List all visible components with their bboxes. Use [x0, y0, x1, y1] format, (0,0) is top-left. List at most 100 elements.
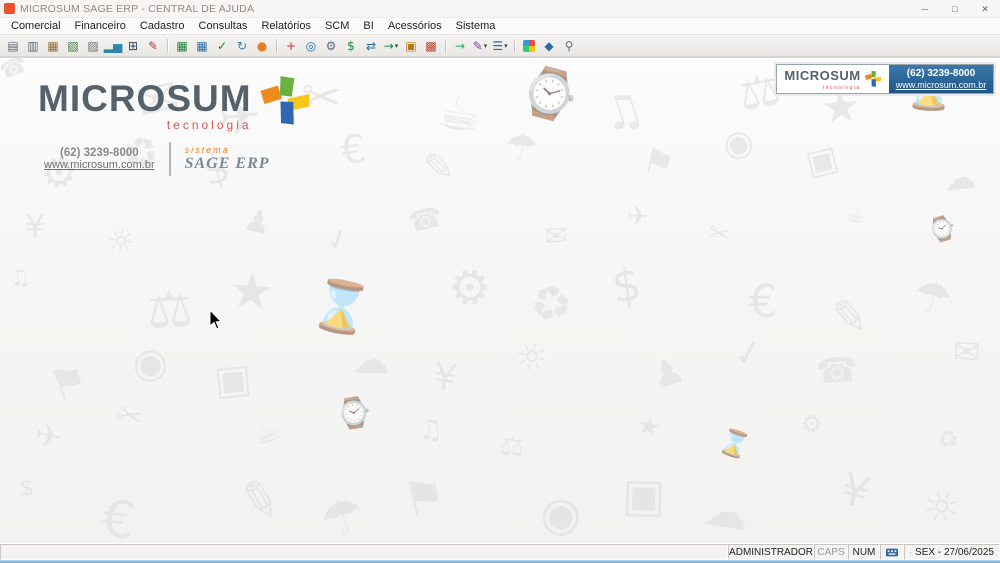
tools-red-icon[interactable]: +: [281, 37, 301, 55]
keyboard-icon: [886, 548, 898, 556]
sync-arrows-icon[interactable]: ⇄: [361, 37, 381, 55]
shield-icon[interactable]: ◆: [539, 37, 559, 55]
company-website-link[interactable]: www.microsum.com.br: [44, 159, 155, 171]
watermark-icon: ♫: [594, 78, 651, 144]
watermark-icon: ⚑: [397, 466, 452, 530]
document-check-icon[interactable]: ✓: [212, 37, 232, 55]
chart-icon[interactable]: ▂▅: [103, 37, 123, 55]
maximize-button[interactable]: □: [940, 0, 970, 18]
gear-icon[interactable]: ⚙: [321, 37, 341, 55]
menu-item-bi[interactable]: BI: [356, 18, 380, 34]
titlebar: MICROSUM SAGE ERP - CENTRAL DE AJUDA ─ □…: [0, 0, 1000, 18]
menu-item-comercial[interactable]: Comercial: [4, 18, 68, 34]
watermark-icon: ▣: [211, 355, 255, 405]
watermark-icon: ⚖: [498, 430, 526, 463]
menu-item-relatorios[interactable]: Relatórios: [254, 18, 318, 34]
status-date: SEX - 27/06/2025: [915, 546, 994, 558]
watermark-icon: ⚑: [638, 140, 679, 187]
mouse-cursor: [209, 310, 223, 330]
watermark-icon: ✎: [422, 144, 456, 190]
watermark-icon: $: [608, 256, 645, 314]
badge-website-link[interactable]: www.microsum.com.br: [896, 80, 987, 91]
company-phone: (62) 3239-8000: [59, 147, 139, 159]
menu-item-cadastro[interactable]: Cadastro: [133, 18, 192, 34]
menu-item-financeiro[interactable]: Financeiro: [68, 18, 133, 34]
watermark-icon: ♻: [523, 272, 579, 337]
chevron-down-icon: ▾: [483, 41, 488, 50]
watermark-icon: ★: [227, 260, 276, 322]
package-box-icon[interactable]: ▣: [401, 37, 421, 55]
menu-item-consultas[interactable]: Consultas: [192, 18, 255, 34]
window-colored-icon[interactable]: [519, 37, 539, 55]
system-name: SAGE ERP: [184, 155, 270, 172]
toolbar-separator: [276, 38, 277, 53]
gift-icon[interactable]: ▩: [421, 37, 441, 55]
printer-icon[interactable]: ▤: [3, 37, 23, 55]
search-gear-icon[interactable]: ⚲: [559, 37, 579, 55]
logo-subtext: tecnologia: [166, 118, 252, 132]
watermark-icon: ⌚: [924, 213, 960, 247]
divider: [168, 142, 171, 176]
archive-icon[interactable]: ▨: [83, 37, 103, 55]
logo-text: MICROSUM: [38, 78, 252, 119]
table-grid-icon[interactable]: ▦: [192, 37, 212, 55]
watermark-icon: ◉: [126, 335, 173, 391]
watermark-icon: ☂: [907, 269, 957, 327]
transfer-money-icon[interactable]: → ▾: [381, 37, 401, 55]
status-user: ADMINISTRADOR: [728, 544, 814, 560]
menubar: Comercial Financeiro Cadastro Consultas Rela…: [0, 18, 1000, 35]
calculator-icon[interactable]: ⊞: [123, 37, 143, 55]
watermark-icon: ✈: [31, 414, 65, 458]
company-logo-block: MICROSUM tecnologia (62) 3239-8000 www.m…: [38, 76, 312, 176]
header-company-badge: MICROSUM tecnologia (62) 3239-8000 www.m…: [776, 64, 994, 94]
watermark-icon: ☼: [510, 332, 554, 383]
menu-item-sistema[interactable]: Sistema: [449, 18, 503, 34]
badge-phone: (62) 3239-8000: [906, 67, 976, 79]
watermark-icon: ☎: [814, 349, 860, 393]
watermark-icon: ✈: [626, 201, 650, 233]
badge-logo-plus-icon: [863, 70, 882, 88]
status-num-indicator: NUM: [848, 544, 880, 560]
menu-item-acessorios[interactable]: Acessórios: [381, 18, 449, 34]
design-tools-icon[interactable]: ✎ ▾: [470, 37, 490, 55]
watermark-icon: ☁: [700, 481, 753, 542]
watermark-icon: ✉: [543, 220, 569, 253]
watermark-icon: ♫: [417, 412, 444, 447]
watermark-icon: €: [337, 126, 370, 175]
toolbar: ▤ ▥ ▦ ▧ ▨ ▂▅ ⊞ ✎ ▦ ▦ ✓ ↻ ● + ◎ ⚙ $ ⇄ → ▾ ▣ ▩ → ✎ ▾ ☰ ▾ ◆ ⚲: [0, 35, 1000, 57]
menu-item-scm[interactable]: SCM: [318, 18, 356, 34]
watermark-icon: ⌚: [333, 393, 375, 433]
status-date-segment: SEX - 27/06/2025: [904, 544, 1000, 560]
help-book-icon[interactable]: ▦: [43, 37, 63, 55]
green-ledger-icon[interactable]: ▦: [172, 37, 192, 55]
watermark-icon: €: [98, 489, 138, 543]
watermark-icon: ♫: [7, 264, 32, 293]
watermark-icon: ♻: [936, 425, 961, 455]
money-dollar-icon[interactable]: $: [341, 37, 361, 55]
globe-icon[interactable]: ◎: [301, 37, 321, 55]
window-controls: ─ □ ✕: [910, 0, 1000, 17]
chevron-down-icon: ▾: [394, 41, 399, 50]
watermark-icon: $: [20, 476, 34, 501]
close-button[interactable]: ✕: [970, 0, 1000, 18]
refresh-icon[interactable]: ↻: [232, 37, 252, 55]
run-arrow-icon[interactable]: →: [450, 37, 470, 55]
system-label: sistema: [184, 145, 230, 155]
minimize-button[interactable]: ─: [910, 0, 940, 18]
watermark-icon: ☁: [350, 337, 391, 384]
badge-logo-subtext: tecnologia: [822, 85, 861, 91]
toolbar-separator: [445, 38, 446, 53]
blue-list-icon[interactable]: ☰ ▾: [490, 37, 510, 55]
fireball-icon[interactable]: ●: [252, 37, 272, 55]
chevron-down-icon: ▾: [504, 41, 508, 50]
watermark-icon: ¥: [430, 353, 461, 401]
watermark-icon: ★: [634, 409, 664, 445]
watermark-icon: ☕: [842, 197, 871, 231]
notebook-icon[interactable]: ▧: [63, 37, 83, 55]
toolbar-separator: [514, 38, 515, 53]
watermark-icon: ⌛: [715, 424, 755, 463]
badge-logo-text: MICROSUM: [784, 68, 861, 83]
report-pencil-icon[interactable]: ✎: [143, 37, 163, 55]
print-preview-icon[interactable]: ▥: [23, 37, 43, 55]
status-caps-indicator: CAPS: [814, 544, 848, 560]
